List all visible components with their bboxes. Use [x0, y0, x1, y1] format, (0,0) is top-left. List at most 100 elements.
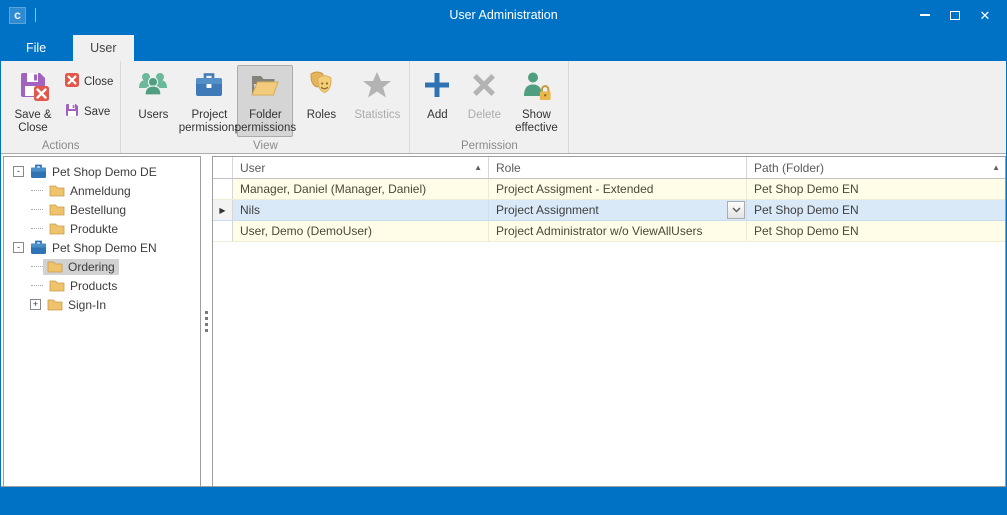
tree-item-produkte[interactable]: Produkte	[4, 219, 200, 238]
statistics-icon	[361, 69, 393, 106]
show-effective-label: Show effective	[515, 109, 558, 135]
sort-ascending-icon: ▲	[474, 163, 482, 172]
column-header-role[interactable]: Role	[489, 157, 747, 178]
row-indicator-cell: ▶	[213, 200, 233, 220]
status-bar	[1, 486, 1006, 514]
titlebar: c User Administration ✕	[1, 1, 1006, 29]
save-label: Save	[84, 106, 110, 118]
tree-item-sign-in[interactable]: + Sign-In	[4, 295, 200, 314]
project-permissions-button[interactable]: Project permissions	[181, 65, 237, 137]
tree-guide	[31, 228, 43, 229]
tree-item-label: Anmeldung	[70, 184, 131, 198]
save-and-close-button[interactable]: Save & Close	[5, 65, 61, 137]
tree-item-pet-shop-demo-de[interactable]: - Pet Shop Demo DE	[4, 162, 200, 181]
close-action-icon	[64, 72, 80, 91]
tree-guide	[31, 209, 43, 210]
minimize-button[interactable]	[910, 1, 940, 29]
save-icon	[64, 102, 80, 121]
tree-guide	[31, 266, 43, 267]
role-dropdown-button[interactable]	[727, 201, 745, 219]
group-label-actions: Actions	[1, 140, 120, 152]
tree-item-products[interactable]: Products	[4, 276, 200, 295]
add-button[interactable]: Add	[414, 65, 460, 137]
users-button[interactable]: Users	[125, 65, 181, 137]
folder-icon	[49, 184, 65, 197]
maximize-button[interactable]	[940, 1, 970, 29]
table-row[interactable]: User, Demo (DemoUser) Project Administra…	[213, 221, 1005, 242]
column-header-user[interactable]: User ▲	[233, 157, 489, 178]
folder-icon	[49, 279, 65, 292]
header-corner-icon: ▲	[992, 163, 1000, 172]
expand-icon[interactable]: +	[30, 299, 41, 310]
add-label: Add	[427, 109, 447, 122]
folder-permissions-button[interactable]: Folder permissions	[237, 65, 293, 137]
users-icon	[137, 69, 169, 106]
table-row-selected[interactable]: ▶ Nils Project Assignment Pet Shop Demo …	[213, 200, 1005, 221]
role-cell[interactable]: Project Assignment	[489, 200, 747, 220]
ribbon-empty-space	[569, 61, 1006, 153]
folder-icon	[47, 260, 63, 273]
project-permissions-label: Project permissions	[179, 109, 240, 135]
role-cell[interactable]: Project Administrator w/o ViewAllUsers	[489, 221, 747, 241]
delete-button: Delete	[460, 65, 508, 137]
window-controls: ✕	[910, 1, 1000, 29]
show-effective-button[interactable]: Show effective	[508, 65, 564, 137]
close-icon: ✕	[980, 9, 991, 22]
row-indicator-cell	[213, 179, 233, 199]
roles-icon	[305, 69, 337, 106]
tree-item-label: Bestellung	[70, 203, 126, 217]
path-cell[interactable]: Pet Shop Demo EN	[747, 200, 1005, 220]
tree-item-label: Sign-In	[68, 298, 106, 312]
folder-icon	[49, 203, 65, 216]
path-cell[interactable]: Pet Shop Demo EN	[747, 179, 1005, 199]
tree-item-ordering[interactable]: Ordering	[4, 257, 200, 276]
folder-permissions-icon	[249, 69, 281, 106]
app-icon[interactable]: c	[9, 7, 26, 24]
delete-icon	[468, 69, 500, 106]
statistics-label: Statistics	[354, 109, 400, 122]
tree-item-label: Pet Shop Demo EN	[52, 241, 157, 255]
ribbon-group-actions: Save & Close Close	[1, 61, 121, 153]
user-cell[interactable]: Nils	[233, 200, 489, 220]
maximize-icon	[950, 11, 960, 20]
users-label: Users	[138, 109, 168, 122]
delete-label: Delete	[468, 109, 501, 122]
grid-header-row: User ▲ Role Path (Folder) ▲	[213, 157, 1005, 179]
role-cell[interactable]: Project Assigment - Extended	[489, 179, 747, 199]
close-button[interactable]: Close	[61, 71, 116, 92]
tree-guide	[31, 190, 43, 191]
tree-item-bestellung[interactable]: Bestellung	[4, 200, 200, 219]
user-cell[interactable]: User, Demo (DemoUser)	[233, 221, 489, 241]
tree-item-pet-shop-demo-en[interactable]: - Pet Shop Demo EN	[4, 238, 200, 257]
column-header-path[interactable]: Path (Folder)	[747, 157, 1005, 178]
ribbon-group-permission: Add Delete	[410, 61, 569, 153]
show-effective-icon	[520, 69, 552, 106]
project-icon	[30, 240, 47, 255]
permissions-grid: User ▲ Role Path (Folder) ▲ Manager, Dan…	[212, 156, 1006, 487]
roles-label: Roles	[307, 109, 336, 122]
ribbon: Save & Close Close	[1, 61, 1006, 154]
user-cell[interactable]: Manager, Daniel (Manager, Daniel)	[233, 179, 489, 199]
minimize-icon	[920, 14, 930, 16]
focused-row-icon: ▶	[219, 206, 225, 215]
actions-small-buttons: Close Save	[61, 65, 116, 122]
tree-item-label: Produkte	[70, 222, 118, 236]
path-cell[interactable]: Pet Shop Demo EN	[747, 221, 1005, 241]
save-button[interactable]: Save	[61, 101, 116, 122]
tree-item-label: Pet Shop Demo DE	[52, 165, 157, 179]
tab-file[interactable]: File	[9, 35, 63, 61]
collapse-icon[interactable]: -	[13, 166, 24, 177]
table-row[interactable]: Manager, Daniel (Manager, Daniel) Projec…	[213, 179, 1005, 200]
save-and-close-label: Save & Close	[14, 109, 51, 135]
user-administration-window: c User Administration ✕ File User	[0, 0, 1007, 515]
tab-user[interactable]: User	[73, 35, 133, 61]
save-and-close-icon	[17, 69, 49, 106]
close-window-button[interactable]: ✕	[970, 1, 1000, 29]
panel-splitter[interactable]	[201, 156, 212, 487]
tree-guide	[31, 285, 43, 286]
collapse-icon[interactable]: -	[13, 242, 24, 253]
group-label-permission: Permission	[410, 140, 568, 152]
tree-item-anmeldung[interactable]: Anmeldung	[4, 181, 200, 200]
roles-button[interactable]: Roles	[293, 65, 349, 137]
folder-icon	[47, 298, 63, 311]
